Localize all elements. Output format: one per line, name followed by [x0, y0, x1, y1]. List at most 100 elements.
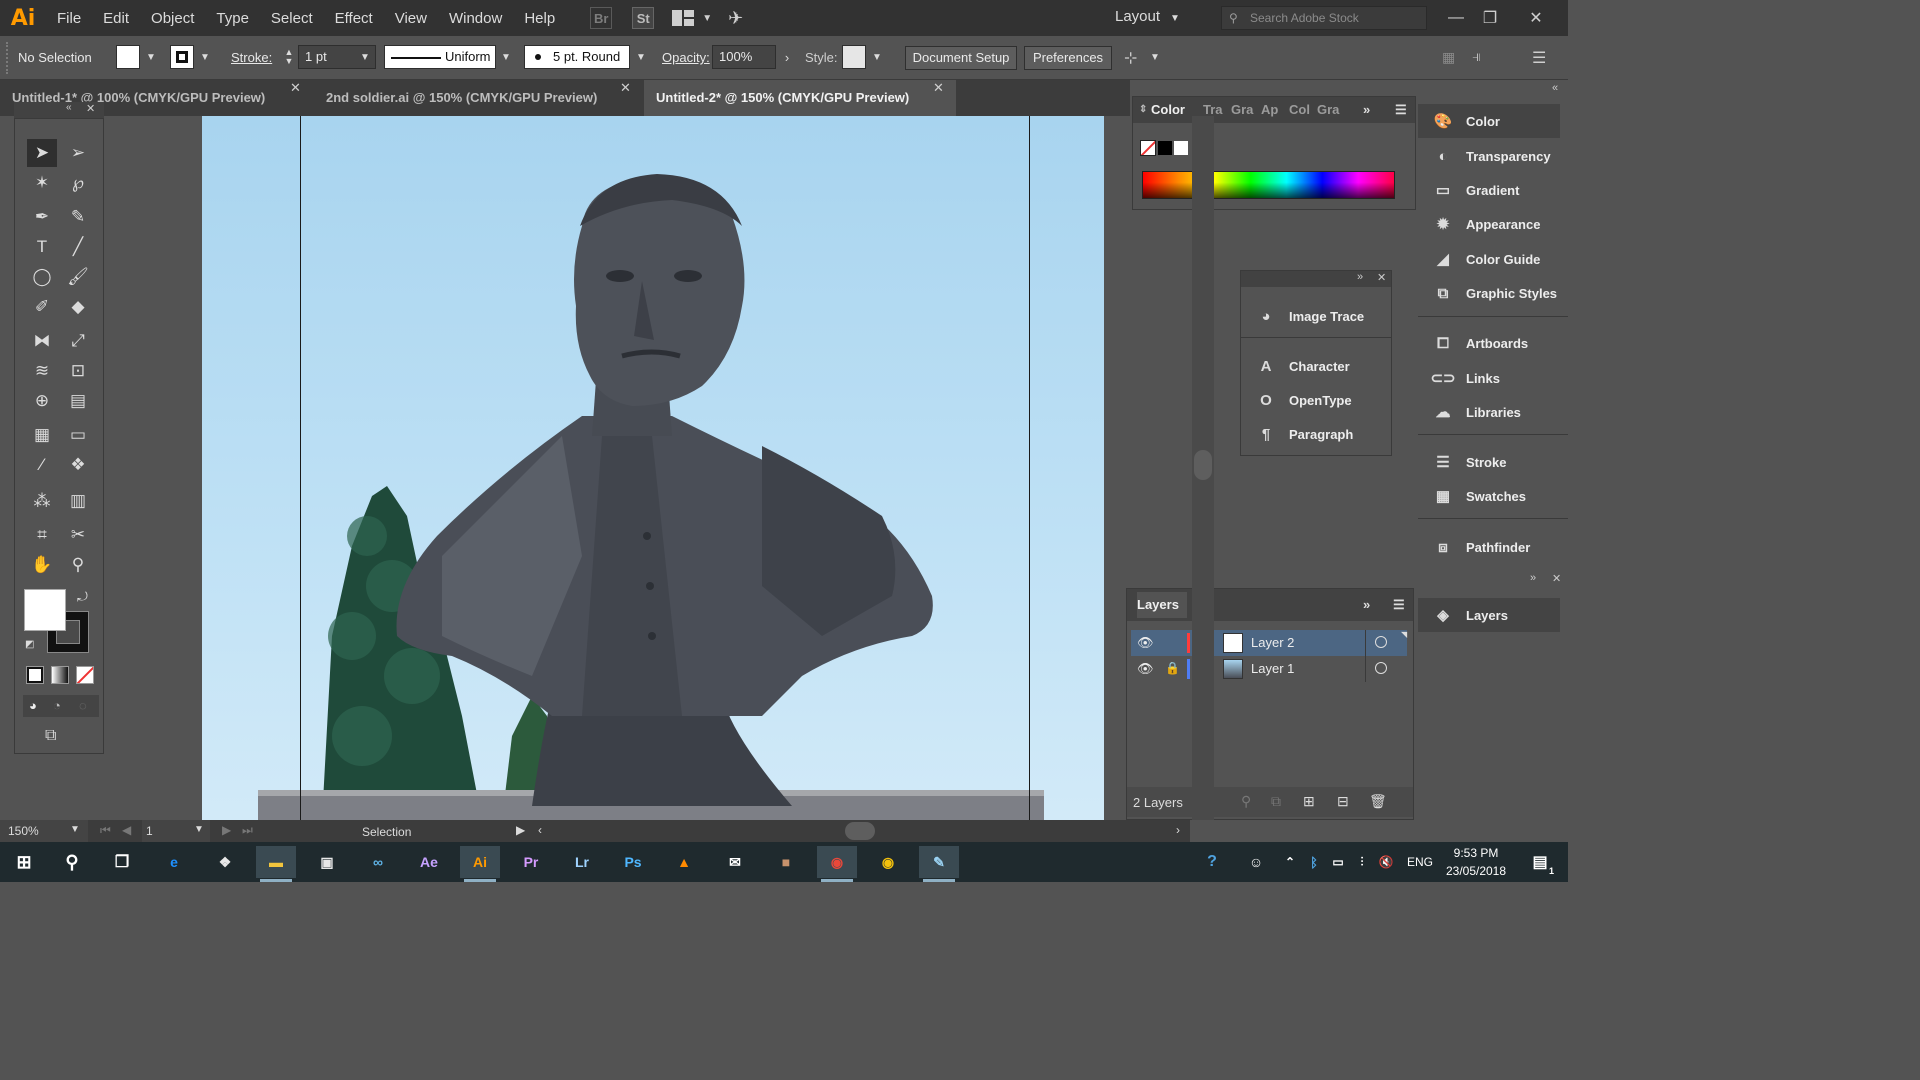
stock-search-input[interactable]: ⚲ Search Adobe Stock — [1221, 6, 1427, 30]
layer-name[interactable]: Layer 1 — [1251, 661, 1294, 676]
chevron-down-icon[interactable]: ▼ — [356, 45, 374, 69]
tab-color-guide[interactable]: Col — [1289, 97, 1310, 123]
variable-width-profile[interactable]: Uniform — [384, 45, 496, 69]
symbol-sprayer-tool-icon[interactable]: ⁂ — [27, 487, 57, 515]
menu-select[interactable]: Select — [260, 10, 324, 27]
panel-menu-icon[interactable]: ☰ — [1395, 97, 1407, 123]
type-tool-icon[interactable]: T — [27, 233, 57, 261]
artboard-tool-icon[interactable]: ⌗ — [27, 521, 57, 549]
status-menu-icon[interactable]: ▶ — [516, 823, 525, 837]
trash-icon[interactable]: 🗑 — [1369, 793, 1387, 810]
taskbar-explorer-icon[interactable]: ▬ — [256, 846, 296, 882]
chevron-down-icon[interactable]: ▼ — [196, 45, 214, 69]
layer-name[interactable]: Layer 2 — [1251, 635, 1294, 650]
dock-pathfinder[interactable]: ⧈ Pathfinder — [1418, 530, 1566, 564]
expand-icon[interactable]: » — [1363, 592, 1370, 618]
taskbar-dropbox-icon[interactable]: ❖ — [205, 846, 245, 878]
ellipse-tool-icon[interactable]: ◯ — [27, 263, 57, 291]
chevron-down-icon[interactable]: ▼ — [194, 824, 204, 835]
fill-color-box[interactable] — [24, 589, 66, 631]
previous-artboard-icon[interactable]: ◀ — [122, 823, 131, 837]
close-icon[interactable]: ✕ — [290, 80, 301, 96]
sort-icon[interactable]: ⇕ — [1139, 97, 1147, 123]
selection-tool-icon[interactable]: ➤ — [27, 139, 57, 167]
taskbar-paint-icon[interactable]: ✎ — [919, 846, 959, 882]
paintbrush-tool-icon[interactable]: 🖌 — [63, 263, 93, 291]
hand-tool-icon[interactable]: ✋ — [27, 551, 57, 579]
help-icon[interactable]: ? — [1192, 846, 1232, 878]
first-artboard-icon[interactable]: ⏮ — [100, 823, 111, 838]
scale-tool-icon[interactable]: ⤢ — [63, 327, 93, 355]
eyedropper-tool-icon[interactable]: ⁄ — [27, 451, 57, 479]
close-icon[interactable]: ✕ — [1552, 572, 1561, 585]
taskbar-infinity-icon[interactable]: ∞ — [358, 846, 398, 878]
dock-artboards[interactable]: ⧠ Artboards — [1418, 326, 1566, 360]
stock-button[interactable]: St — [632, 7, 655, 29]
curvature-tool-icon[interactable]: ✎ — [63, 203, 93, 231]
expand-icon[interactable]: » — [1363, 97, 1370, 123]
dock-transparency[interactable]: ◐ Transparency — [1418, 139, 1566, 173]
visibility-eye-icon[interactable]: 👁 — [1137, 635, 1154, 651]
document-setup-button[interactable]: Document Setup — [905, 46, 1017, 70]
swap-icon[interactable]: ⤾ — [77, 589, 88, 605]
stroke-swatch[interactable] — [170, 45, 194, 69]
width-tool-icon[interactable]: ≋ — [27, 357, 57, 385]
panel-menu-icon[interactable]: ☰ — [1393, 592, 1405, 618]
taskbar-chrome-2-icon[interactable]: ◉ — [868, 846, 908, 878]
chevron-down-icon[interactable]: ▼ — [702, 13, 712, 24]
collapse-icon[interactable]: » — [1357, 271, 1363, 283]
draw-normal-icon[interactable]: ◕ — [29, 698, 37, 713]
horizontal-scrollbar-thumb[interactable] — [845, 822, 875, 840]
fill-swatch[interactable] — [116, 45, 140, 69]
black-swatch[interactable] — [1158, 141, 1172, 155]
shape-builder-tool-icon[interactable]: ⊕ — [27, 387, 57, 415]
stroke-label[interactable]: Stroke: — [231, 50, 272, 65]
perspective-grid-tool-icon[interactable]: ▤ — [63, 387, 93, 415]
tab-untitled-2[interactable]: Untitled-2* @ 150% (CMYK/GPU Preview) — [644, 80, 956, 116]
taskbar-chrome-icon[interactable]: ◉ — [817, 846, 857, 882]
color-mode-icon[interactable] — [26, 666, 44, 684]
lasso-tool-icon[interactable]: ℘ — [63, 169, 93, 197]
tab-2nd-soldier[interactable]: 2nd soldier.ai @ 150% (CMYK/GPU Preview) — [314, 80, 642, 116]
grid-icon[interactable]: ▦ — [1442, 49, 1455, 66]
taskbar-photo-app-icon[interactable]: ■ — [766, 846, 806, 878]
dock-layers[interactable]: ◈ Layers — [1418, 598, 1560, 632]
eraser-tool-icon[interactable]: ◆ — [63, 293, 93, 321]
layer-row-layer-2[interactable]: 👁 Layer 2 ◥ — [1131, 630, 1407, 656]
blend-tool-icon[interactable]: ❖ — [63, 451, 93, 479]
volume-muted-icon[interactable]: 🔇 — [1374, 846, 1398, 878]
layer-row-layer-1[interactable]: 👁 🔒 › Layer 1 — [1131, 656, 1407, 682]
task-view-icon[interactable]: ❐ — [102, 846, 142, 878]
draw-inside-icon[interactable]: ◌ — [79, 698, 87, 713]
draw-behind-icon[interactable]: ◔ — [53, 698, 61, 713]
taskbar-photoshop-icon[interactable]: Ps — [613, 846, 653, 878]
clock[interactable]: 9:53 PM 23/05/2018 — [1438, 844, 1514, 880]
vertical-scrollbar[interactable] — [1192, 116, 1214, 820]
people-icon[interactable]: ☺ — [1236, 846, 1276, 878]
panel-image-trace[interactable]: ◕ Image Trace — [1241, 299, 1389, 333]
screen-mode-icon[interactable]: ⧉ — [45, 727, 56, 745]
taskbar-after-effects-icon[interactable]: Ae — [409, 846, 449, 878]
line-tool-icon[interactable]: ╱ — [63, 233, 93, 261]
visibility-eye-icon[interactable]: 👁 — [1137, 661, 1154, 677]
opacity-label[interactable]: Opacity: — [662, 50, 710, 65]
chevron-down-icon[interactable]: ▼ — [868, 45, 886, 69]
dock-gradient[interactable]: ▭ Gradient — [1418, 173, 1566, 207]
color-spectrum[interactable] — [1142, 171, 1395, 199]
target-circle-icon[interactable] — [1375, 662, 1387, 674]
battery-icon[interactable]: ▭ — [1326, 846, 1350, 878]
free-transform-tool-icon[interactable]: ⊡ — [63, 357, 93, 385]
close-icon[interactable]: ✕ — [620, 80, 631, 96]
arrange-documents-icon[interactable] — [672, 10, 695, 26]
dock-appearance[interactable]: ✹ Appearance — [1418, 207, 1566, 241]
taskbar-lightroom-icon[interactable]: Lr — [562, 846, 602, 878]
gpu-performance-icon[interactable]: ✈ — [728, 8, 743, 29]
close-button[interactable]: ✕ — [1516, 0, 1556, 36]
tab-color[interactable]: Color — [1151, 97, 1185, 123]
collapse-icon[interactable]: « — [1552, 82, 1558, 94]
tab-gradient[interactable]: Gra — [1231, 97, 1253, 123]
next-artboard-icon[interactable]: ▶ — [222, 823, 231, 837]
export-icon[interactable]: ⧉ — [1271, 793, 1281, 810]
menu-view[interactable]: View — [384, 10, 438, 27]
pen-tool-icon[interactable]: ✒ — [27, 203, 57, 231]
